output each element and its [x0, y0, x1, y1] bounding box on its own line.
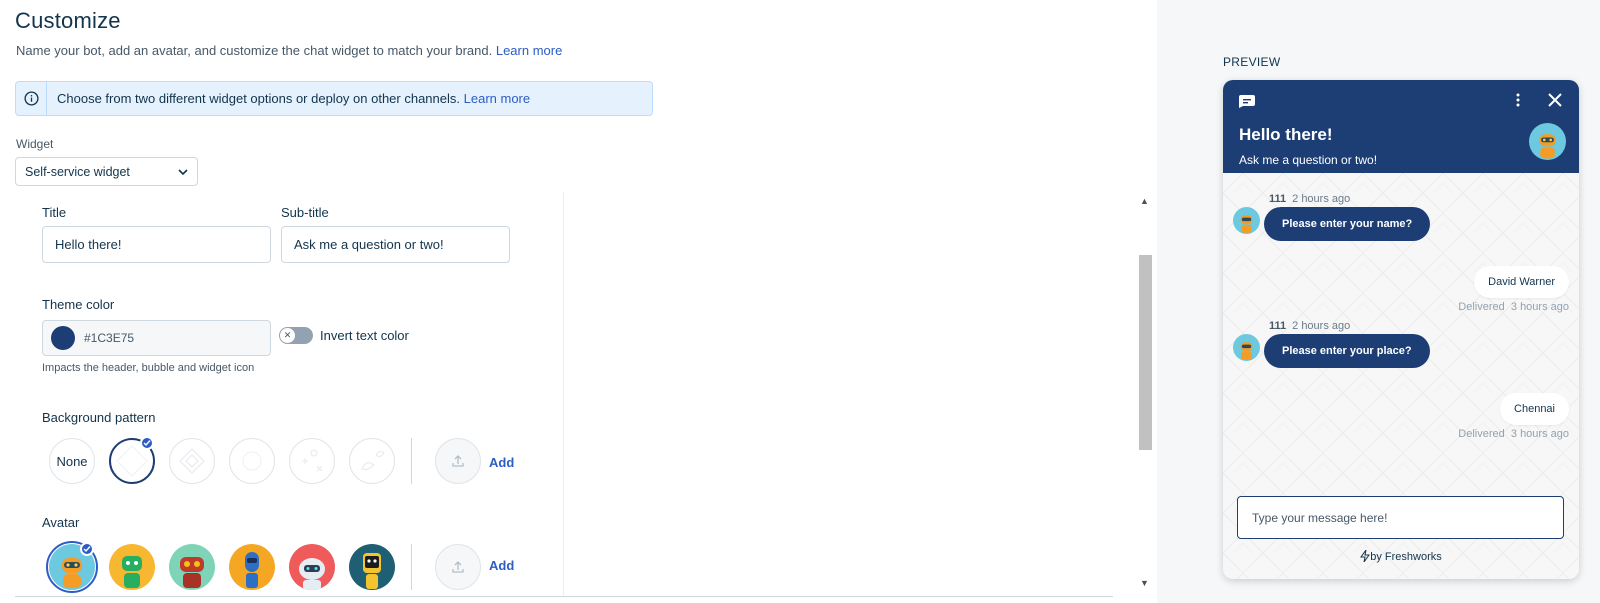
page-description-text: Name your bot, add an avatar, and custom…	[16, 43, 493, 58]
upload-icon	[452, 561, 464, 573]
bot-message-meta: 111 2 hours ago	[1269, 193, 1350, 205]
robot-avatar-icon	[363, 553, 381, 589]
avatar-selected-check-icon	[80, 542, 94, 556]
bot-message-meta: 111 2 hours ago	[1269, 320, 1350, 332]
avatar-option-4[interactable]	[229, 544, 275, 590]
pattern-option-2[interactable]	[169, 438, 215, 484]
chat-widget-preview: Hello there! Ask me a question or two! 1…	[1223, 80, 1579, 579]
banner-learn-more-link[interactable]: Learn more	[464, 91, 530, 106]
preview-label: PREVIEW	[1223, 55, 1281, 69]
widget-header-avatar	[1529, 123, 1566, 160]
widget-select-value: Self-service widget	[25, 164, 130, 179]
avatar-option-6[interactable]	[349, 544, 395, 590]
avatar-option-5[interactable]	[289, 544, 335, 590]
widget-title: Hello there!	[1239, 125, 1333, 144]
scroll-up-icon[interactable]: ▲	[1140, 196, 1149, 206]
delivery-status-text: Delivered	[1458, 428, 1505, 440]
pattern-divider	[411, 438, 412, 484]
scrollbar[interactable]: ▲ ▼	[1137, 192, 1153, 592]
settings-panel: Customize Name your bot, add an avatar, …	[0, 0, 1157, 603]
chat-icon	[1239, 95, 1255, 108]
more-options-icon[interactable]	[1516, 93, 1520, 107]
message-input[interactable]: Type your message here!	[1237, 496, 1564, 539]
info-banner-text: Choose from two different widget options…	[57, 91, 530, 106]
delivery-time: 3 hours ago	[1510, 301, 1569, 313]
selected-check-icon	[140, 436, 154, 450]
title-input[interactable]: Hello there!	[42, 226, 271, 263]
title-label: Title	[42, 205, 67, 220]
avatar-option-2[interactable]	[109, 544, 155, 590]
bot-avatar	[1233, 334, 1260, 361]
theme-color-value: #1C3E75	[84, 331, 135, 345]
info-banner: Choose from two different widget options…	[15, 81, 653, 116]
page-title: Customize	[15, 8, 121, 33]
widget-subtitle: Ask me a question or two!	[1239, 153, 1378, 167]
widget-select-label: Widget	[16, 137, 54, 151]
pattern-upload-button[interactable]	[435, 438, 481, 484]
theme-color-field[interactable]: #1C3E75	[42, 320, 271, 356]
pattern-option-3[interactable]	[229, 438, 275, 484]
user-message-bubble: Chennai	[1500, 393, 1569, 425]
pattern-add-link[interactable]: Add	[489, 455, 514, 470]
pattern-option-5[interactable]	[349, 438, 395, 484]
invert-text-toggle[interactable]: ✕	[279, 327, 313, 344]
pattern-leaves-icon	[361, 450, 385, 470]
robot-avatar-icon	[1240, 342, 1253, 360]
scrollbar-thumb[interactable]	[1139, 255, 1152, 450]
delivery-status: Delivered 3 hours ago	[1458, 301, 1569, 313]
delivery-time: 3 hours ago	[1510, 428, 1569, 440]
pattern-shapes-icon	[302, 449, 323, 472]
theme-color-label: Theme color	[42, 297, 115, 312]
info-banner-message: Choose from two different widget options…	[57, 91, 460, 106]
bottom-divider	[15, 596, 1113, 597]
avatar-add-link[interactable]: Add	[489, 558, 514, 573]
delivery-status-text: Delivered	[1458, 301, 1505, 313]
pattern-geometric-icon	[179, 448, 205, 474]
pattern-dots-icon	[242, 451, 262, 471]
avatar-upload-button[interactable]	[435, 544, 481, 590]
widget-footer: by Freshworks	[1223, 549, 1579, 563]
robot-avatar-icon	[180, 557, 204, 588]
robot-avatar-icon	[245, 552, 259, 588]
page-description: Name your bot, add an avatar, and custom…	[16, 43, 562, 58]
robot-avatar-icon	[1539, 134, 1556, 159]
bot-message-bubble: Please enter your name?	[1264, 207, 1431, 241]
robot-avatar-icon	[122, 556, 142, 588]
pattern-option-none[interactable]: None	[49, 438, 95, 484]
widget-header: Hello there! Ask me a question or two!	[1223, 80, 1579, 173]
info-icon	[16, 82, 47, 115]
subtitle-input[interactable]: Ask me a question or two!	[281, 226, 510, 263]
bot-message-bubble: Please enter your place?	[1264, 334, 1430, 368]
widget-type-select[interactable]: Self-service widget	[15, 157, 198, 186]
scroll-down-icon[interactable]: ▼	[1140, 578, 1149, 588]
background-pattern-label: Background pattern	[42, 410, 156, 425]
avatar-option-3[interactable]	[169, 544, 215, 590]
bot-sender: 111	[1269, 320, 1287, 332]
invert-text-label: Invert text color	[320, 328, 409, 343]
learn-more-link[interactable]: Learn more	[496, 43, 562, 58]
lightning-icon	[1360, 549, 1371, 563]
robot-avatar-icon	[1240, 215, 1253, 233]
bot-time: 2 hours ago	[1292, 193, 1351, 205]
footer-text: by Freshworks	[1370, 551, 1442, 563]
robot-avatar-icon	[299, 558, 325, 590]
upload-icon	[452, 455, 464, 467]
pattern-option-4[interactable]	[289, 438, 335, 484]
chevron-down-icon	[178, 165, 188, 179]
color-swatch[interactable]	[51, 326, 75, 350]
avatar-label: Avatar	[42, 515, 80, 530]
close-icon[interactable]	[1548, 93, 1562, 107]
bot-sender: 111	[1269, 193, 1287, 205]
bot-time: 2 hours ago	[1292, 320, 1351, 332]
theme-color-hint: Impacts the header, bubble and widget ic…	[42, 362, 255, 374]
avatar-divider	[411, 544, 412, 590]
subtitle-label: Sub-title	[281, 205, 329, 220]
user-message-bubble: David Warner	[1474, 266, 1569, 298]
delivery-status: Delivered 3 hours ago	[1458, 428, 1569, 440]
toggle-off-icon: ✕	[280, 328, 295, 343]
bot-avatar	[1233, 207, 1260, 234]
